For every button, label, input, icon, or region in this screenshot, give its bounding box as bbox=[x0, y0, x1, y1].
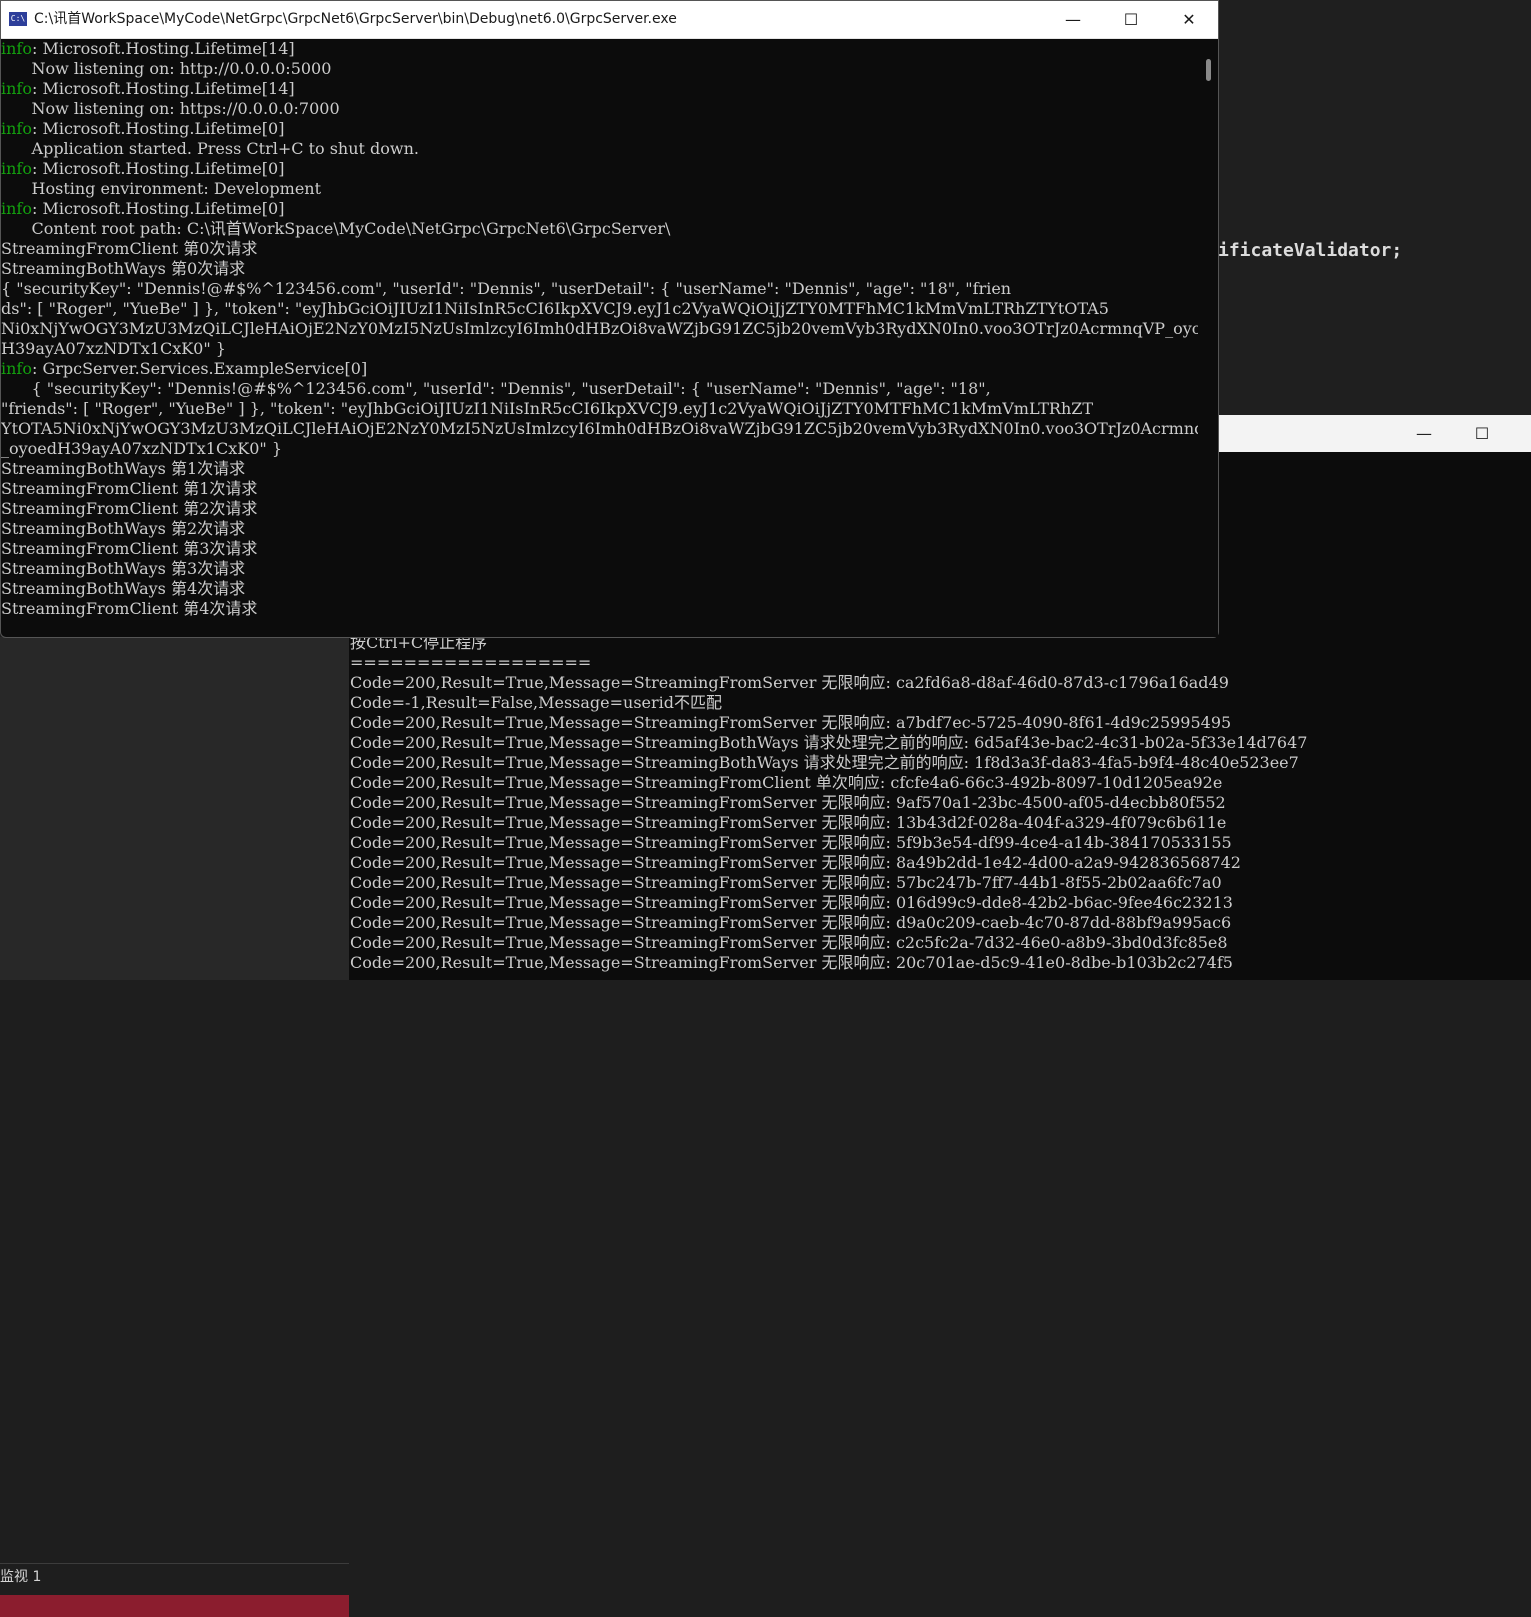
console-line-text: StreamingFromClient 第3次请求 bbox=[1, 539, 258, 558]
console-line-text: ds": [ "Roger", "YueBe" ] }, "token": "e… bbox=[1, 299, 1109, 318]
log-level-tag: info bbox=[1, 159, 32, 178]
console-line: info: GrpcServer.Services.ExampleService… bbox=[1, 359, 1198, 379]
client-console-line: Code=-1,Result=False,Message=userid不匹配 bbox=[350, 693, 723, 712]
maximize-button[interactable]: ☐ bbox=[1453, 415, 1511, 452]
console-app-icon: C:\ bbox=[9, 12, 27, 26]
console-line-text: YtOTA5Ni0xNjYwOGY3MzU3MzQiLCJleHAiOjE2Nz… bbox=[1, 419, 1198, 438]
console-line-text: : Microsoft.Hosting.Lifetime[0] bbox=[31, 119, 285, 138]
titlebar[interactable]: C:\ C:\讯首WorkSpace\MyCode\NetGrpc\GrpcNe… bbox=[1, 1, 1218, 39]
console-line: StreamingBothWays 第1次请求 bbox=[1, 459, 1198, 479]
console-line: "friends": [ "Roger", "YueBe" ] }, "toke… bbox=[1, 399, 1198, 419]
console-line: StreamingBothWays 第4次请求 bbox=[1, 579, 1198, 599]
console-line: StreamingFromClient 第3次请求 bbox=[1, 539, 1198, 559]
console-line-text: StreamingFromClient 第0次请求 bbox=[1, 239, 258, 258]
scrollbar-thumb[interactable] bbox=[1206, 59, 1211, 81]
log-level-tag: info bbox=[1, 199, 32, 218]
console-line-text: StreamingFromClient 第4次请求 bbox=[1, 599, 258, 618]
console-line-text: _oyoedH39ayA07xzNDTx1CxK0" } bbox=[1, 439, 282, 458]
console-line-text: "friends": [ "Roger", "YueBe" ] }, "toke… bbox=[1, 399, 1094, 418]
client-console-line: Code=200,Result=True,Message=StreamingFr… bbox=[350, 853, 1241, 872]
console-line: Content root path: C:\讯首WorkSpace\MyCode… bbox=[1, 219, 1198, 239]
client-console-line: Code=200,Result=True,Message=StreamingFr… bbox=[350, 833, 1232, 852]
console-line-text: H39ayA07xzNDTx1CxK0" } bbox=[1, 339, 226, 358]
console-line-text: Ni0xNjYwOGY3MzU3MzQiLCJleHAiOjE2NzY0MzI5… bbox=[1, 319, 1198, 338]
log-level-tag: info bbox=[1, 359, 32, 378]
console-line: YtOTA5Ni0xNjYwOGY3MzU3MzQiLCJleHAiOjE2Nz… bbox=[1, 419, 1198, 439]
console-line: info: Microsoft.Hosting.Lifetime[0] bbox=[1, 119, 1198, 139]
log-level-tag: info bbox=[1, 39, 32, 58]
server-console-output: info: Microsoft.Hosting.Lifetime[14] Now… bbox=[1, 39, 1198, 637]
console-line: info: Microsoft.Hosting.Lifetime[0] bbox=[1, 159, 1198, 179]
console-line-text: Hosting environment: Development bbox=[1, 179, 322, 198]
code-fragment: ificateValidator; bbox=[1218, 240, 1403, 261]
client-console-line: Code=200,Result=True,Message=StreamingFr… bbox=[350, 953, 1233, 972]
console-line: info: Microsoft.Hosting.Lifetime[14] bbox=[1, 39, 1198, 59]
console-line-text: Now listening on: http://0.0.0.0:5000 bbox=[1, 59, 332, 78]
client-console-line: Code=200,Result=True,Message=StreamingFr… bbox=[350, 893, 1233, 912]
console-line: info: Microsoft.Hosting.Lifetime[0] bbox=[1, 199, 1198, 219]
console-line-text: { "securityKey": "Dennis!@#$%^123456.com… bbox=[1, 279, 1012, 298]
client-console-line: ================== bbox=[350, 653, 592, 672]
console-line-text: { "securityKey": "Dennis!@#$%^123456.com… bbox=[1, 379, 991, 398]
console-line-text: Now listening on: https://0.0.0.0:7000 bbox=[1, 99, 340, 118]
close-button[interactable]: ✕ bbox=[1160, 1, 1218, 38]
status-bar bbox=[0, 1595, 349, 1617]
scrollbar[interactable] bbox=[1199, 39, 1218, 637]
console-line: info: Microsoft.Hosting.Lifetime[14] bbox=[1, 79, 1198, 99]
console-line: H39ayA07xzNDTx1CxK0" } bbox=[1, 339, 1198, 359]
console-line: ds": [ "Roger", "YueBe" ] }, "token": "e… bbox=[1, 299, 1198, 319]
console-line: _oyoedH39ayA07xzNDTx1CxK0" } bbox=[1, 439, 1198, 459]
client-console-line: Code=200,Result=True,Message=StreamingFr… bbox=[350, 713, 1232, 732]
console-line-text: StreamingBothWays 第0次请求 bbox=[1, 259, 246, 278]
console-line-text: : Microsoft.Hosting.Lifetime[14] bbox=[31, 79, 295, 98]
console-line: StreamingBothWays 第0次请求 bbox=[1, 259, 1198, 279]
console-line: { "securityKey": "Dennis!@#$%^123456.com… bbox=[1, 279, 1198, 299]
client-console-line: Code=200,Result=True,Message=StreamingFr… bbox=[350, 813, 1227, 832]
console-line-text: : Microsoft.Hosting.Lifetime[0] bbox=[31, 159, 285, 178]
console-line-text: StreamingBothWays 第1次请求 bbox=[1, 459, 246, 478]
maximize-button[interactable]: ☐ bbox=[1102, 1, 1160, 38]
console-line-text: : Microsoft.Hosting.Lifetime[0] bbox=[31, 199, 285, 218]
client-console-line: Code=200,Result=True,Message=StreamingFr… bbox=[350, 913, 1232, 932]
console-line: Now listening on: https://0.0.0.0:7000 bbox=[1, 99, 1198, 119]
console-line-text: : GrpcServer.Services.ExampleService[0] bbox=[31, 359, 368, 378]
log-level-tag: info bbox=[1, 119, 32, 138]
client-console-line: Code=200,Result=True,Message=StreamingBo… bbox=[350, 733, 1308, 752]
client-console-line: Code=200,Result=True,Message=StreamingFr… bbox=[350, 873, 1222, 892]
console-line: StreamingFromClient 第4次请求 bbox=[1, 599, 1198, 619]
console-line-text: Content root path: C:\讯首WorkSpace\MyCode… bbox=[1, 219, 671, 238]
minimize-button[interactable]: — bbox=[1044, 1, 1102, 38]
client-console-line: Code=200,Result=True,Message=StreamingFr… bbox=[350, 773, 1223, 792]
console-line: StreamingFromClient 第1次请求 bbox=[1, 479, 1198, 499]
client-console-line: Code=200,Result=True,Message=StreamingFr… bbox=[350, 933, 1228, 952]
console-line-text: StreamingFromClient 第2次请求 bbox=[1, 499, 258, 518]
console-line: StreamingFromClient 第0次请求 bbox=[1, 239, 1198, 259]
window-title: C:\讯首WorkSpace\MyCode\NetGrpc\GrpcNet6\G… bbox=[34, 11, 677, 27]
watch-tab[interactable]: 监视 1 bbox=[0, 1563, 349, 1595]
console-line: StreamingFromClient 第2次请求 bbox=[1, 499, 1198, 519]
console-line: Hosting environment: Development bbox=[1, 179, 1198, 199]
console-line: StreamingBothWays 第2次请求 bbox=[1, 519, 1198, 539]
client-console-line: Code=200,Result=True,Message=StreamingFr… bbox=[350, 793, 1226, 812]
console-line: Application started. Press Ctrl+C to shu… bbox=[1, 139, 1198, 159]
console-line: StreamingBothWays 第3次请求 bbox=[1, 559, 1198, 579]
console-line-text: Application started. Press Ctrl+C to shu… bbox=[1, 139, 420, 158]
client-console-output: 按Ctrl+C停止程序 ================== Code=200,Re… bbox=[350, 633, 1531, 980]
left-panel: 监视 1 bbox=[0, 637, 349, 1617]
console-line: { "securityKey": "Dennis!@#$%^123456.com… bbox=[1, 379, 1198, 399]
console-line-text: StreamingFromClient 第1次请求 bbox=[1, 479, 258, 498]
log-level-tag: info bbox=[1, 79, 32, 98]
console-line: Ni0xNjYwOGY3MzU3MzQiLCJleHAiOjE2NzY0MzI5… bbox=[1, 319, 1198, 339]
server-console-window[interactable]: C:\ C:\讯首WorkSpace\MyCode\NetGrpc\GrpcNe… bbox=[0, 0, 1219, 638]
console-line-text: StreamingBothWays 第2次请求 bbox=[1, 519, 246, 538]
client-console-line: Code=200,Result=True,Message=StreamingBo… bbox=[350, 753, 1299, 772]
console-line-text: : Microsoft.Hosting.Lifetime[14] bbox=[31, 39, 295, 58]
client-console-line: Code=200,Result=True,Message=StreamingFr… bbox=[350, 673, 1229, 692]
console-line-text: StreamingBothWays 第3次请求 bbox=[1, 559, 246, 578]
console-line-text: StreamingBothWays 第4次请求 bbox=[1, 579, 246, 598]
console-line: Now listening on: http://0.0.0.0:5000 bbox=[1, 59, 1198, 79]
minimize-button[interactable]: — bbox=[1395, 415, 1453, 452]
